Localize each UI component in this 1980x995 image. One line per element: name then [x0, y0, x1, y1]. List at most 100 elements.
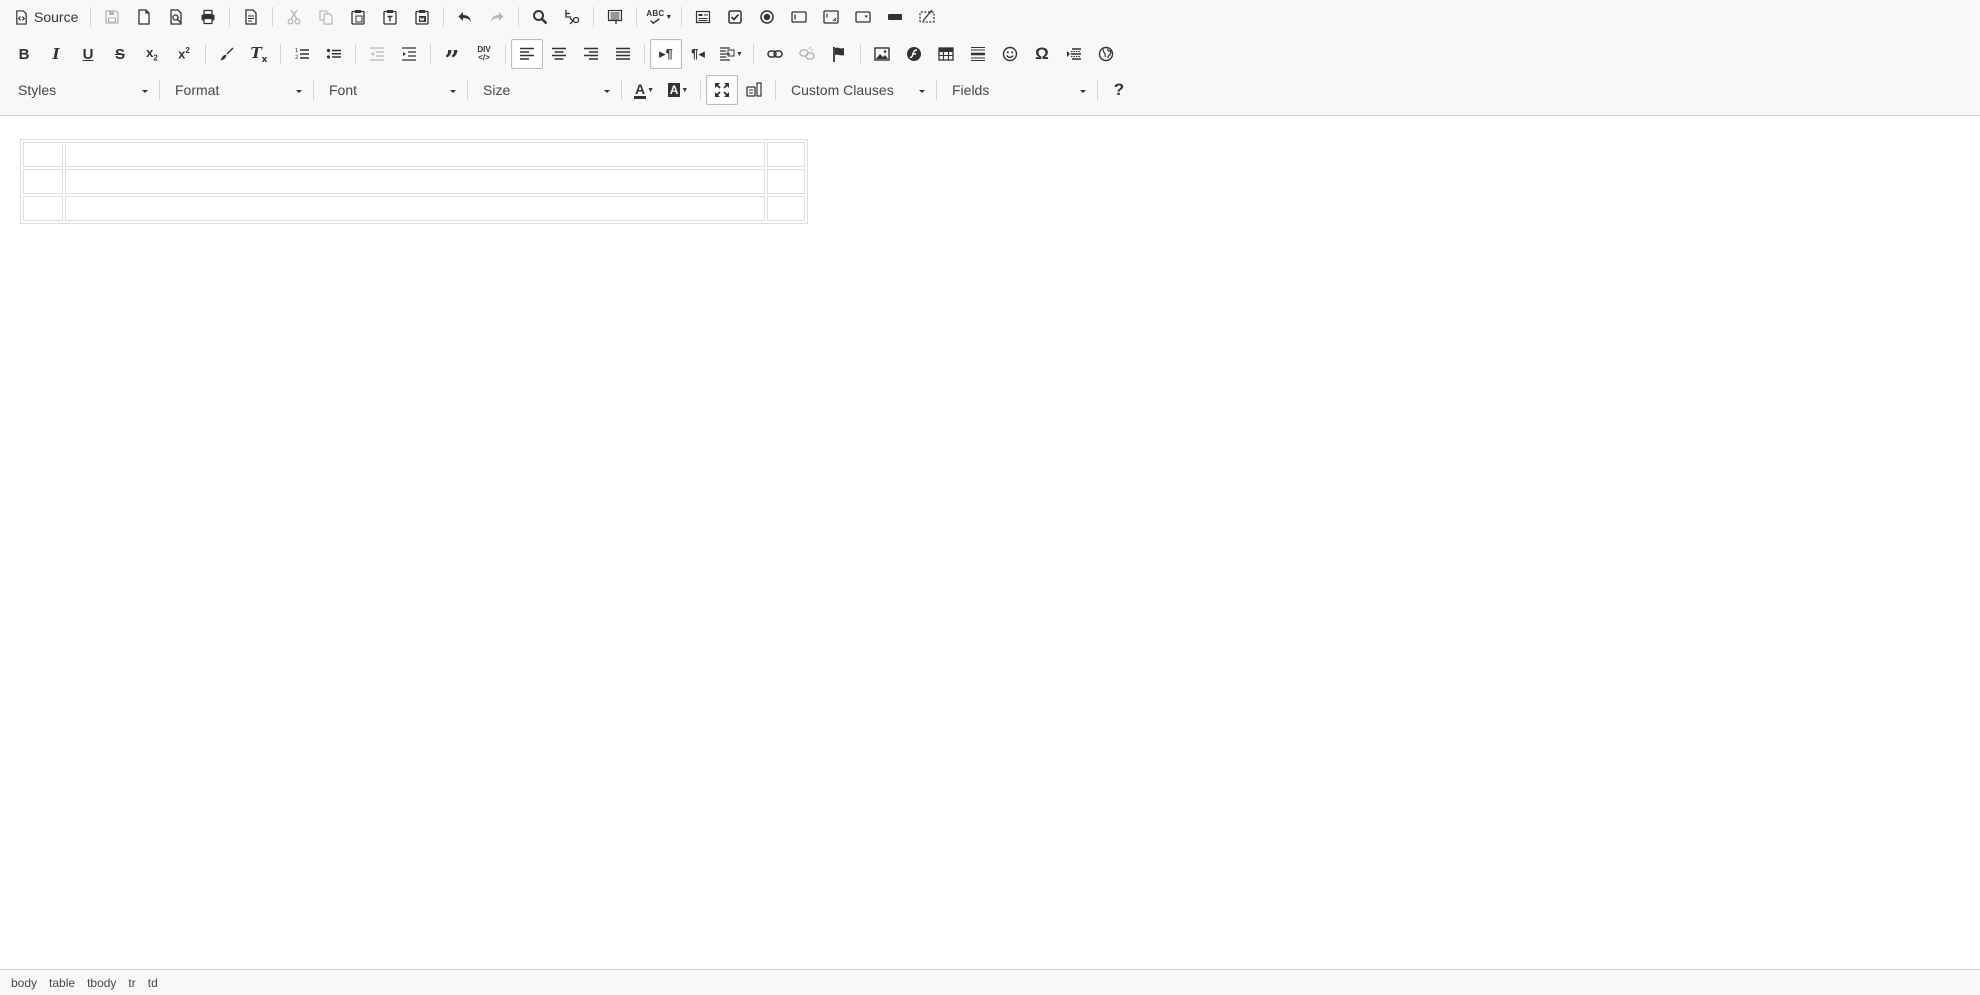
background-color-button[interactable]: A ▼	[661, 75, 695, 105]
select-field-button[interactable]	[847, 2, 879, 32]
copy-formatting-button[interactable]	[211, 39, 243, 69]
table-cell[interactable]	[65, 169, 765, 194]
strikethrough-button[interactable]: S	[104, 39, 136, 69]
button-field-button[interactable]	[879, 2, 911, 32]
table-cell[interactable]	[65, 196, 765, 221]
anchor-button[interactable]	[823, 39, 855, 69]
align-left-button[interactable]	[511, 39, 543, 69]
cut-button[interactable]	[278, 2, 310, 32]
outdent-icon	[370, 47, 384, 61]
outdent-button[interactable]	[361, 39, 393, 69]
special-char-button[interactable]: Ω	[1026, 39, 1058, 69]
source-button[interactable]: Source	[8, 2, 85, 32]
table-cell[interactable]	[23, 169, 63, 194]
copy-button[interactable]	[310, 2, 342, 32]
form-icon	[696, 10, 711, 24]
paste-text-button[interactable]	[374, 2, 406, 32]
table-cell[interactable]	[23, 142, 63, 167]
language-dropdown-arrow: ▼	[736, 50, 743, 58]
spellcheck-button[interactable]: ABC ▼	[642, 2, 676, 32]
find-button[interactable]	[524, 2, 556, 32]
text-color-button[interactable]: A ▼	[627, 75, 661, 105]
button-field-icon	[888, 14, 903, 20]
custom-clauses-combo[interactable]: Custom Clauses	[781, 77, 931, 103]
font-combo[interactable]: Font	[319, 77, 462, 103]
replace-button[interactable]	[556, 2, 588, 32]
paintbrush-icon	[220, 47, 234, 61]
language-button[interactable]: ▼	[714, 39, 748, 69]
table-cell[interactable]	[767, 169, 805, 194]
text-direction-ltr-button[interactable]: ▸¶	[650, 39, 682, 69]
italic-button[interactable]: I	[40, 39, 72, 69]
text-field-button[interactable]	[783, 2, 815, 32]
save-button[interactable]	[96, 2, 128, 32]
textarea-button[interactable]	[815, 2, 847, 32]
align-center-icon	[552, 47, 566, 60]
elements-path-item-table[interactable]: table	[45, 974, 79, 992]
format-combo[interactable]: Format	[165, 77, 308, 103]
elements-path-item-tbody[interactable]: tbody	[83, 974, 120, 992]
chevron-down-icon	[1080, 89, 1086, 93]
align-justify-button[interactable]	[607, 39, 639, 69]
templates-button[interactable]	[235, 2, 267, 32]
unlink-icon	[799, 46, 815, 60]
smiley-button[interactable]	[994, 39, 1026, 69]
link-button[interactable]	[759, 39, 791, 69]
table-cell[interactable]	[767, 142, 805, 167]
text-field-icon	[791, 11, 808, 23]
table-cell[interactable]	[23, 196, 63, 221]
elements-path-item-body[interactable]: body	[7, 974, 41, 992]
background-color-icon: A	[667, 83, 681, 97]
flash-button[interactable]	[898, 39, 930, 69]
subscript-button[interactable]: x2	[136, 39, 168, 69]
horizontal-rule-button[interactable]	[962, 39, 994, 69]
preview-button[interactable]	[160, 2, 192, 32]
undo-button[interactable]	[449, 2, 481, 32]
size-combo[interactable]: Size	[473, 77, 616, 103]
paste-button[interactable]	[342, 2, 374, 32]
paste-word-button[interactable]	[406, 2, 438, 32]
numbered-list-icon: 12	[295, 48, 309, 61]
image-button[interactable]	[866, 39, 898, 69]
create-div-button[interactable]: DIV </>	[468, 39, 500, 69]
text-direction-rtl-button[interactable]: ¶◂	[682, 39, 714, 69]
align-right-button[interactable]	[575, 39, 607, 69]
numbered-list-button[interactable]: 12	[286, 39, 318, 69]
indent-button[interactable]	[393, 39, 425, 69]
superscript-button[interactable]: x2	[168, 39, 200, 69]
blockquote-button[interactable]: ”	[436, 39, 468, 74]
show-blocks-button[interactable]	[738, 75, 770, 105]
help-button[interactable]: ?	[1103, 75, 1135, 105]
unlink-button[interactable]	[791, 39, 823, 69]
bold-button[interactable]: B	[8, 39, 40, 69]
select-all-button[interactable]	[599, 2, 631, 32]
toolbar-row-formatting: B I U S x2 x2 Tx 12 ” DIV </> ▸¶ ¶◂ ▼ Ω	[8, 38, 1122, 74]
table-button[interactable]	[930, 39, 962, 69]
new-page-button[interactable]	[128, 2, 160, 32]
page-break-button[interactable]	[1058, 39, 1090, 69]
elements-path-item-td[interactable]: td	[144, 974, 162, 992]
styles-combo[interactable]: Styles	[8, 77, 154, 103]
redo-button[interactable]	[481, 2, 513, 32]
underline-button[interactable]: U	[72, 39, 104, 69]
hidden-field-button[interactable]	[911, 2, 943, 32]
document-table[interactable]	[20, 139, 808, 224]
checkbox-button[interactable]	[719, 2, 751, 32]
maximize-button[interactable]	[706, 75, 738, 105]
table-cell[interactable]	[767, 196, 805, 221]
elements-path-item-tr[interactable]: tr	[124, 974, 139, 992]
editor-content-area[interactable]	[0, 117, 1980, 967]
italic-icon: I	[52, 44, 60, 63]
bulleted-list-button[interactable]	[318, 39, 350, 69]
fields-combo-label: Fields	[952, 82, 990, 98]
styles-combo-label: Styles	[18, 82, 57, 98]
table-cell[interactable]	[65, 142, 765, 167]
align-center-button[interactable]	[543, 39, 575, 69]
fields-combo[interactable]: Fields	[942, 77, 1092, 103]
radio-button[interactable]	[751, 2, 783, 32]
link-icon	[767, 50, 783, 58]
iframe-button[interactable]	[1090, 39, 1122, 69]
remove-format-button[interactable]: Tx	[243, 39, 275, 69]
print-button[interactable]	[192, 2, 224, 32]
form-button[interactable]	[687, 2, 719, 32]
